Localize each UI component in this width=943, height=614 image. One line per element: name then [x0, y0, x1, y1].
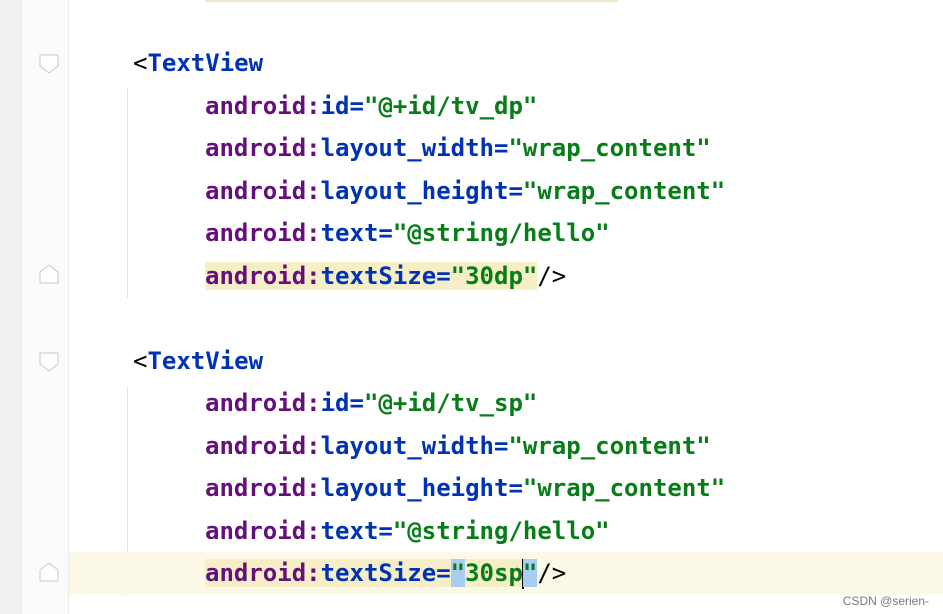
attr-equals: =	[378, 517, 393, 545]
attr-colon: :	[306, 432, 321, 460]
code-line[interactable]: android:text="@string/hello"	[133, 212, 610, 254]
attr-namespace: android	[205, 389, 307, 417]
attr-colon: :	[306, 177, 321, 205]
attr-namespace: android	[205, 262, 307, 290]
code-line[interactable]: android:text="@string/hello"	[133, 510, 610, 552]
attr-value: "wrap_content"	[522, 177, 726, 205]
code-line[interactable]: <TextView	[133, 340, 263, 382]
fold-end-icon[interactable]	[38, 263, 60, 285]
tag-open-bracket: <	[133, 49, 148, 77]
attr-equals: =	[436, 559, 451, 587]
editor-gutter	[22, 0, 68, 614]
code-line-current[interactable]: android:textSize="30sp"/>	[133, 552, 566, 594]
code-line[interactable]: android:layout_height="wrap_content"	[133, 467, 725, 509]
attr-value: "wrap_content"	[508, 432, 711, 460]
watermark: CSDN @serien-	[842, 594, 929, 608]
attr-colon: :	[306, 389, 321, 417]
highlighted-attribute: android:textSize="30sp"	[205, 559, 538, 589]
fold-start-icon[interactable]	[38, 351, 60, 373]
attr-name: textSize	[320, 559, 437, 587]
attr-namespace: android	[205, 517, 307, 545]
fold-end-icon[interactable]	[38, 561, 60, 583]
code-line[interactable]: <TextView	[133, 42, 263, 84]
attr-name: text	[320, 219, 379, 247]
attr-equals: =	[349, 389, 364, 417]
tag-self-close: />	[537, 262, 567, 290]
code-line[interactable]: android:textSize="30dp"/>	[133, 255, 566, 297]
attr-colon: :	[306, 517, 321, 545]
attr-value: "wrap_content"	[508, 134, 711, 162]
attr-namespace: android	[205, 177, 307, 205]
attr-colon: :	[306, 219, 321, 247]
attr-value: "@+id/tv_dp"	[363, 92, 538, 120]
attr-value: "@string/hello"	[392, 219, 610, 247]
attr-value: 30sp	[465, 559, 523, 587]
attr-value: "30dp"	[450, 262, 538, 290]
code-editor[interactable]: <TextView android:id="@+id/tv_dp" androi…	[0, 0, 943, 614]
highlighted-attribute: android:textSize="30dp"	[205, 262, 538, 290]
attr-namespace: android	[205, 134, 307, 162]
attr-name: layout_height	[320, 474, 509, 502]
attr-name: text	[320, 517, 379, 545]
attr-equals: =	[508, 177, 523, 205]
attr-name: layout_width	[320, 432, 494, 460]
attr-value: "wrap_content"	[522, 474, 726, 502]
attr-name: textSize	[320, 262, 437, 290]
previous-line-highlight	[205, 0, 618, 2]
code-line[interactable]: android:id="@+id/tv_dp"	[133, 85, 537, 127]
attr-name: layout_height	[320, 177, 509, 205]
attr-colon: :	[306, 474, 321, 502]
attr-namespace: android	[205, 92, 307, 120]
code-line[interactable]: android:layout_height="wrap_content"	[133, 170, 725, 212]
attr-equals: =	[436, 262, 451, 290]
code-line[interactable]: android:layout_width="wrap_content"	[133, 127, 711, 169]
attr-namespace: android	[205, 474, 307, 502]
tag-open-bracket: <	[133, 347, 148, 375]
matched-quote: "	[522, 559, 538, 587]
attr-name: id	[320, 389, 350, 417]
attr-equals: =	[494, 134, 509, 162]
code-line[interactable]: android:layout_width="wrap_content"	[133, 425, 711, 467]
attr-colon: :	[306, 92, 321, 120]
code-line[interactable]: android:id="@+id/tv_sp"	[133, 382, 537, 424]
attr-colon: :	[306, 134, 321, 162]
tag-self-close: />	[537, 559, 567, 587]
tag-name: TextView	[147, 49, 264, 77]
attr-namespace: android	[205, 432, 307, 460]
indent-guide	[127, 88, 128, 298]
attr-colon: :	[306, 559, 321, 587]
attr-value: "@string/hello"	[392, 517, 610, 545]
attr-equals: =	[378, 219, 393, 247]
attr-namespace: android	[205, 219, 307, 247]
fold-start-icon[interactable]	[38, 53, 60, 75]
gutter-divider	[68, 0, 69, 614]
attr-equals: =	[349, 92, 364, 120]
attr-colon: :	[306, 262, 321, 290]
attr-equals: =	[494, 432, 509, 460]
editor-side-strip	[0, 0, 22, 614]
attr-name: id	[320, 92, 350, 120]
attr-equals: =	[508, 474, 523, 502]
attr-name: layout_width	[320, 134, 494, 162]
attr-namespace: android	[205, 559, 307, 587]
tag-name: TextView	[147, 347, 264, 375]
matched-quote: "	[450, 559, 466, 587]
attr-value: "@+id/tv_sp"	[363, 389, 538, 417]
